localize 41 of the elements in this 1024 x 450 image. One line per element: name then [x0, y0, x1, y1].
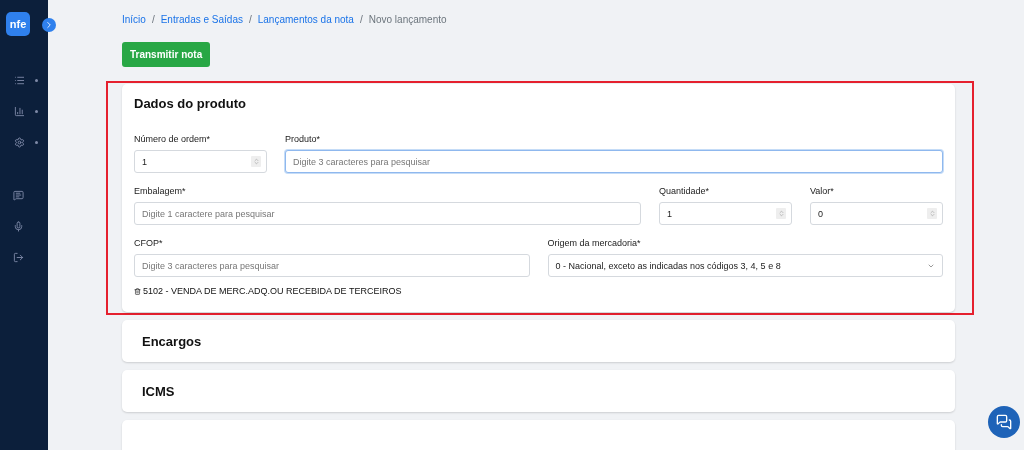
number-field[interactable]: 1 — [659, 202, 792, 225]
logout-icon — [12, 251, 24, 263]
chevron-right-icon — [44, 20, 54, 30]
breadcrumb-link[interactable]: Início — [122, 14, 146, 25]
breadcrumb-link[interactable]: Lançamentos da nota — [257, 14, 354, 25]
bar-chart-icon — [14, 105, 25, 117]
field-label: Número de ordem* — [134, 134, 212, 144]
sidebar-nav-item[interactable] — [14, 134, 38, 150]
section-card[interactable]: ICMS — [122, 370, 955, 412]
number-field[interactable]: 0 — [810, 202, 943, 225]
settings-icon — [14, 136, 25, 148]
expand-sidebar-button[interactable] — [42, 18, 56, 32]
section-card[interactable]: Encargos — [122, 320, 955, 362]
breadcrumb-separator: / — [359, 14, 363, 25]
field-label: CFOP* — [134, 238, 164, 248]
card-title: Dados do produto — [134, 96, 247, 111]
microphone-icon — [12, 220, 24, 232]
chat-button[interactable] — [988, 406, 1020, 438]
field-label: Produto* — [285, 134, 322, 144]
input-field[interactable]: Digite 1 caractere para pesquisar — [134, 202, 641, 225]
field-label: Embalagem* — [134, 186, 187, 196]
section-title: Encargos — [142, 333, 202, 349]
field-label: Origem da mercadoria* — [547, 238, 642, 248]
breadcrumb-link[interactable]: Entradas e Saídas — [160, 14, 243, 25]
breadcrumb-current-page: Novo lançamento — [368, 14, 447, 25]
breadcrumb-separator: / — [151, 14, 155, 25]
select-field[interactable]: 0 - Nacional, exceto as indicadas nos códigos 3, 4, 5 e 8 — [547, 254, 943, 277]
trash-icon[interactable] — [134, 287, 141, 295]
number-field[interactable]: 1 — [134, 150, 267, 173]
app-logo: nfe — [6, 12, 30, 36]
input-field[interactable]: Digite 3 caracteres para pesquisar — [134, 254, 530, 277]
list-icon — [14, 74, 25, 86]
field-label: Valor* — [810, 186, 835, 196]
sidebar-nav-item[interactable] — [12, 218, 24, 234]
field-label: Quantidade* — [659, 186, 711, 196]
section-title: ICMS — [142, 383, 175, 399]
breadcrumb-separator: / — [248, 14, 252, 25]
selected-cfop: 5102 - VENDA DE MERC.ADQ.OU RECEBIDA DE TERCEIROS — [143, 286, 402, 296]
input-field[interactable]: Digite 3 caracteres para pesquisar — [285, 150, 943, 173]
chat-icon — [996, 414, 1012, 430]
question-bubble-icon — [12, 189, 24, 201]
